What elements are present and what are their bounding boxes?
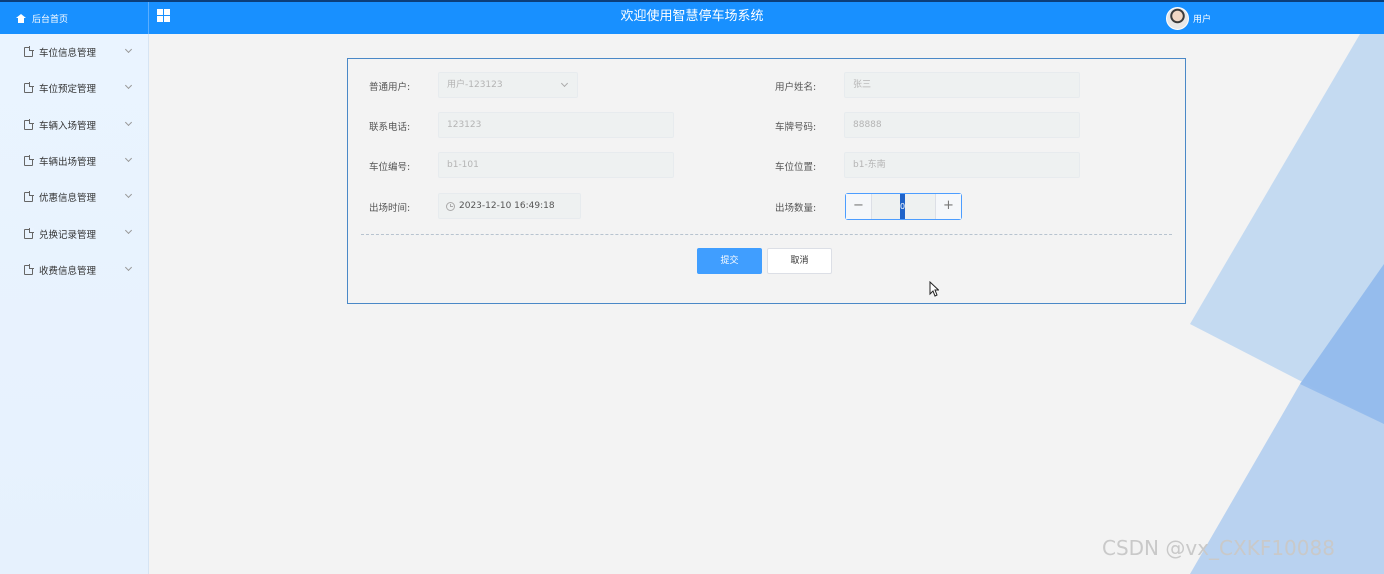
exit-time-value: 2023-12-10 16:49:18: [459, 201, 555, 211]
spot-no-label: 车位编号:: [369, 162, 411, 173]
chevron-down-icon: [124, 118, 133, 126]
spot-location-field[interactable]: b1-东南: [844, 152, 1080, 178]
mouse-cursor-icon: [929, 281, 939, 297]
sidebar-item-vehicle-entry[interactable]: 车辆入场管理: [0, 107, 148, 143]
phone-label: 联系电话:: [369, 122, 411, 133]
document-icon: [24, 263, 34, 275]
plate-field[interactable]: 88888: [844, 112, 1080, 138]
exit-count-input[interactable]: 0: [872, 194, 935, 219]
chevron-down-icon: [124, 82, 133, 90]
form-divider: [361, 234, 1172, 235]
user-name-label: 用户姓名:: [775, 82, 817, 93]
document-icon: [24, 82, 34, 94]
user-label: 用户: [1193, 14, 1212, 25]
sidebar-item-label: 优惠信息管理: [39, 193, 97, 205]
sidebar-item-label: 车位预定管理: [39, 84, 97, 96]
user-select-value: 用户-123123: [447, 80, 503, 90]
chevron-down-icon: [124, 154, 133, 162]
document-icon: [24, 46, 34, 58]
sidebar-item-label: 车位信息管理: [39, 48, 97, 60]
document-icon: [24, 155, 34, 167]
sidebar-item-label: 兑换记录管理: [39, 229, 97, 241]
increment-button[interactable]: +: [935, 194, 961, 219]
exit-time-label: 出场时间:: [369, 203, 411, 214]
decrement-button[interactable]: −: [846, 194, 872, 219]
document-icon: [24, 118, 34, 130]
user-menu[interactable]: 用户: [1166, 6, 1211, 30]
chevron-down-icon: [124, 191, 133, 199]
exit-count-value: 0: [900, 194, 905, 219]
sidebar-item-label: 车辆出场管理: [39, 157, 97, 169]
home-link[interactable]: 后台首页: [0, 2, 149, 34]
sidebar-item-redemption-records[interactable]: 兑换记录管理: [0, 215, 148, 251]
home-link-label: 后台首页: [32, 14, 69, 25]
chevron-down-icon: [124, 263, 133, 271]
user-avatar: [1166, 6, 1189, 30]
chevron-down-icon: [124, 45, 133, 54]
user-select[interactable]: 用户-123123: [438, 72, 578, 98]
document-icon: [24, 191, 34, 203]
spot-no-field[interactable]: b1-101: [438, 152, 674, 178]
document-icon: [24, 227, 34, 239]
top-header: 欢迎使用智慧停车场系统 后台首页 用户: [0, 0, 1384, 34]
sidebar-item-spot-reservation[interactable]: 车位预定管理: [0, 70, 148, 106]
cancel-button[interactable]: 取消: [767, 248, 832, 274]
sidebar-item-label: 车辆入场管理: [39, 120, 97, 132]
exit-count-stepper: − 0 +: [845, 193, 962, 220]
plate-label: 车牌号码:: [775, 122, 817, 133]
spot-location-label: 车位位置:: [775, 162, 817, 173]
home-icon: [16, 13, 26, 23]
submit-button[interactable]: 提交: [697, 248, 762, 274]
sidebar-item-vehicle-exit[interactable]: 车辆出场管理: [0, 143, 148, 179]
user-select-label: 普通用户:: [369, 82, 411, 93]
chevron-down-icon: [124, 227, 133, 235]
sidebar-item-parking-spot-info[interactable]: 车位信息管理: [0, 34, 148, 70]
sidebar-item-label: 收费信息管理: [39, 265, 97, 277]
chevron-down-icon: [560, 79, 569, 88]
phone-field[interactable]: 123123: [438, 112, 674, 138]
user-name-field[interactable]: 张三: [844, 72, 1080, 98]
watermark: CSDN @vx_CXKF10088: [1102, 536, 1335, 560]
clock-icon: [446, 202, 455, 211]
menu-grid-icon[interactable]: [157, 9, 170, 22]
exit-count-label: 出场数量:: [775, 203, 817, 214]
exit-time-picker[interactable]: 2023-12-10 16:49:18: [438, 193, 581, 219]
sidebar-item-fee-info[interactable]: 收费信息管理: [0, 252, 148, 288]
sidebar-item-discount-info[interactable]: 优惠信息管理: [0, 179, 148, 215]
exit-form-card: 普通用户: 用户-123123 用户姓名: 张三 联系电话: 123123 车牌…: [347, 58, 1186, 304]
sidebar: 车位信息管理 车位预定管理 车辆入场管理 车辆出场管理 优惠信息管理 兑换记录管…: [0, 34, 149, 574]
